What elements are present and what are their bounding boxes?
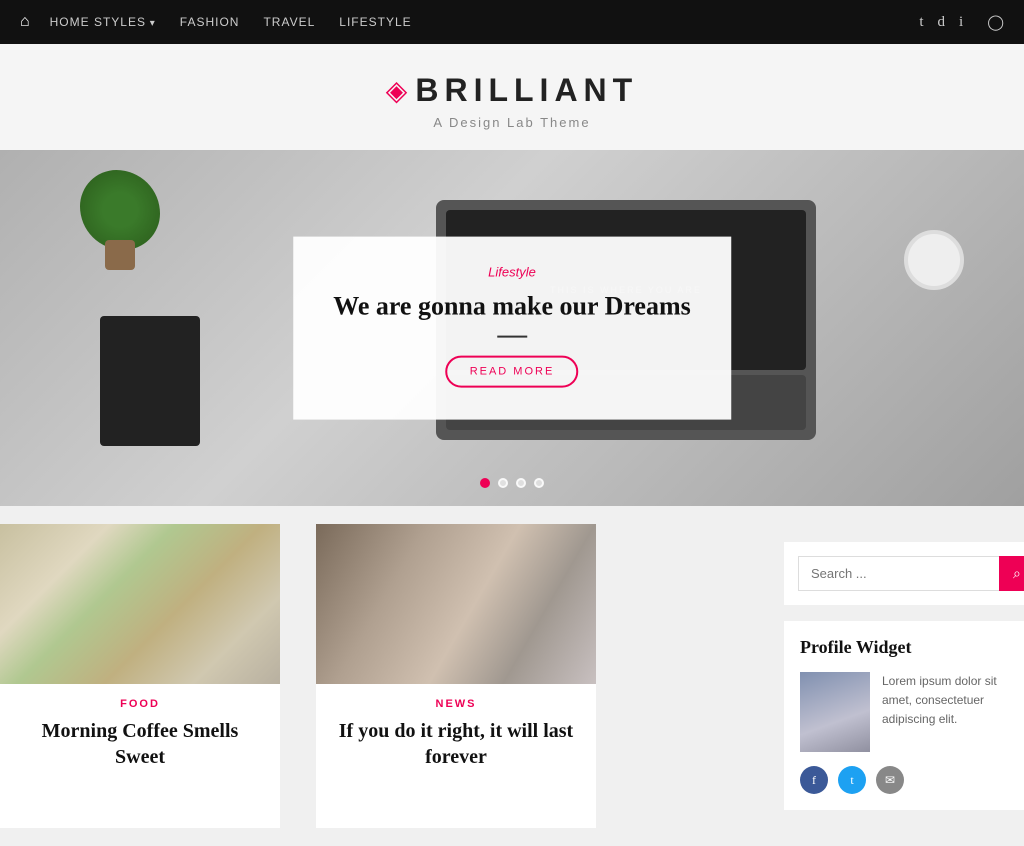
facebook-social-button[interactable]: f xyxy=(800,766,828,794)
twitter-icon: t xyxy=(850,773,853,788)
news-image-placeholder xyxy=(316,524,596,684)
below-hero-layout: FOOD Morning Coffee Smells Sweet NEWS If… xyxy=(0,506,1024,846)
nav-link-fashion[interactable]: FASHION xyxy=(180,15,240,29)
profile-widget-title: Profile Widget xyxy=(800,637,1008,658)
article-category-news: NEWS xyxy=(334,698,578,710)
carousel-dots xyxy=(480,478,544,488)
hero-title: We are gonna make our Dreams xyxy=(333,290,691,324)
carousel-dot-2[interactable] xyxy=(498,478,508,488)
carousel-dot-1[interactable] xyxy=(480,478,490,488)
profile-image xyxy=(800,672,870,752)
nav-link-travel[interactable]: TRAVEL xyxy=(263,15,315,29)
nav-links: HOME STYLES FASHION TRAVEL LIFESTYLE xyxy=(50,15,412,29)
site-title: BRILLIANT xyxy=(415,72,638,109)
top-navigation: ⌂ HOME STYLES FASHION TRAVEL LIFESTYLE … xyxy=(0,0,1024,44)
article-card-food: FOOD Morning Coffee Smells Sweet xyxy=(0,524,280,828)
carousel-dot-4[interactable] xyxy=(534,478,544,488)
search-button[interactable]: ⌕ xyxy=(999,556,1024,591)
site-header: ◈ BRILLIANT A Design Lab Theme xyxy=(0,44,1024,150)
diamond-icon: ◈ xyxy=(386,74,408,108)
article-category-food: FOOD xyxy=(18,698,262,710)
article-body-news: NEWS If you do it right, it will last fo… xyxy=(316,684,596,788)
site-logo: ◈ BRILLIANT xyxy=(0,72,1024,109)
dribbble-icon[interactable]: d xyxy=(938,14,946,31)
plant-leaves xyxy=(80,170,160,250)
nav-link-home-styles[interactable]: HOME STYLES xyxy=(50,15,156,29)
profile-widget-body: Lorem ipsum dolor sit amet, consectetuer… xyxy=(800,672,1008,752)
search-input[interactable] xyxy=(798,556,999,591)
carousel-dot-3[interactable] xyxy=(516,478,526,488)
profile-text: Lorem ipsum dolor sit amet, consectetuer… xyxy=(882,672,1008,752)
facebook-icon: f xyxy=(812,773,816,788)
search-icon: ⌕ xyxy=(1013,565,1021,581)
plant-decoration xyxy=(80,170,160,270)
articles-area: FOOD Morning Coffee Smells Sweet NEWS If… xyxy=(0,524,766,828)
food-image-placeholder xyxy=(0,524,280,684)
article-image-food xyxy=(0,524,280,684)
coffee-mug-decoration xyxy=(904,230,964,290)
profile-widget: Profile Widget Lorem ipsum dolor sit ame… xyxy=(784,621,1024,810)
nav-search-icon[interactable]: ◯ xyxy=(987,13,1004,32)
sidebar: ⌕ Profile Widget Lorem ipsum dolor sit a… xyxy=(784,524,1024,828)
article-body-food: FOOD Morning Coffee Smells Sweet xyxy=(0,684,280,788)
hero-card: Lifestyle We are gonna make our Dreams R… xyxy=(293,237,731,420)
hero-section: THIS IS WHERE YOU ARE Lifestyle We are g… xyxy=(0,150,1024,506)
article-card-news: NEWS If you do it right, it will last fo… xyxy=(316,524,596,828)
email-social-button[interactable]: ✉ xyxy=(876,766,904,794)
nav-link-lifestyle[interactable]: LIFESTYLE xyxy=(339,15,411,29)
twitter-social-button[interactable]: t xyxy=(838,766,866,794)
article-title-news: If you do it right, it will last forever xyxy=(334,718,578,770)
profile-social-links: f t ✉ xyxy=(800,766,1008,794)
search-widget: ⌕ xyxy=(784,542,1024,605)
hero-category: Lifestyle xyxy=(333,265,691,280)
instagram-icon[interactable]: i xyxy=(959,14,963,31)
plant-pot xyxy=(105,240,135,270)
home-icon[interactable]: ⌂ xyxy=(20,13,30,31)
twitter-icon[interactable]: t xyxy=(919,14,923,31)
article-title-food: Morning Coffee Smells Sweet xyxy=(18,718,262,770)
hero-divider xyxy=(497,335,527,337)
email-icon: ✉ xyxy=(885,773,895,788)
nav-social-icons:  t d i ◯ xyxy=(905,13,1004,32)
article-image-news xyxy=(316,524,596,684)
notebook-decoration xyxy=(100,316,200,446)
hero-read-more-button[interactable]: READ MORE xyxy=(446,355,579,387)
site-tagline: A Design Lab Theme xyxy=(0,115,1024,130)
